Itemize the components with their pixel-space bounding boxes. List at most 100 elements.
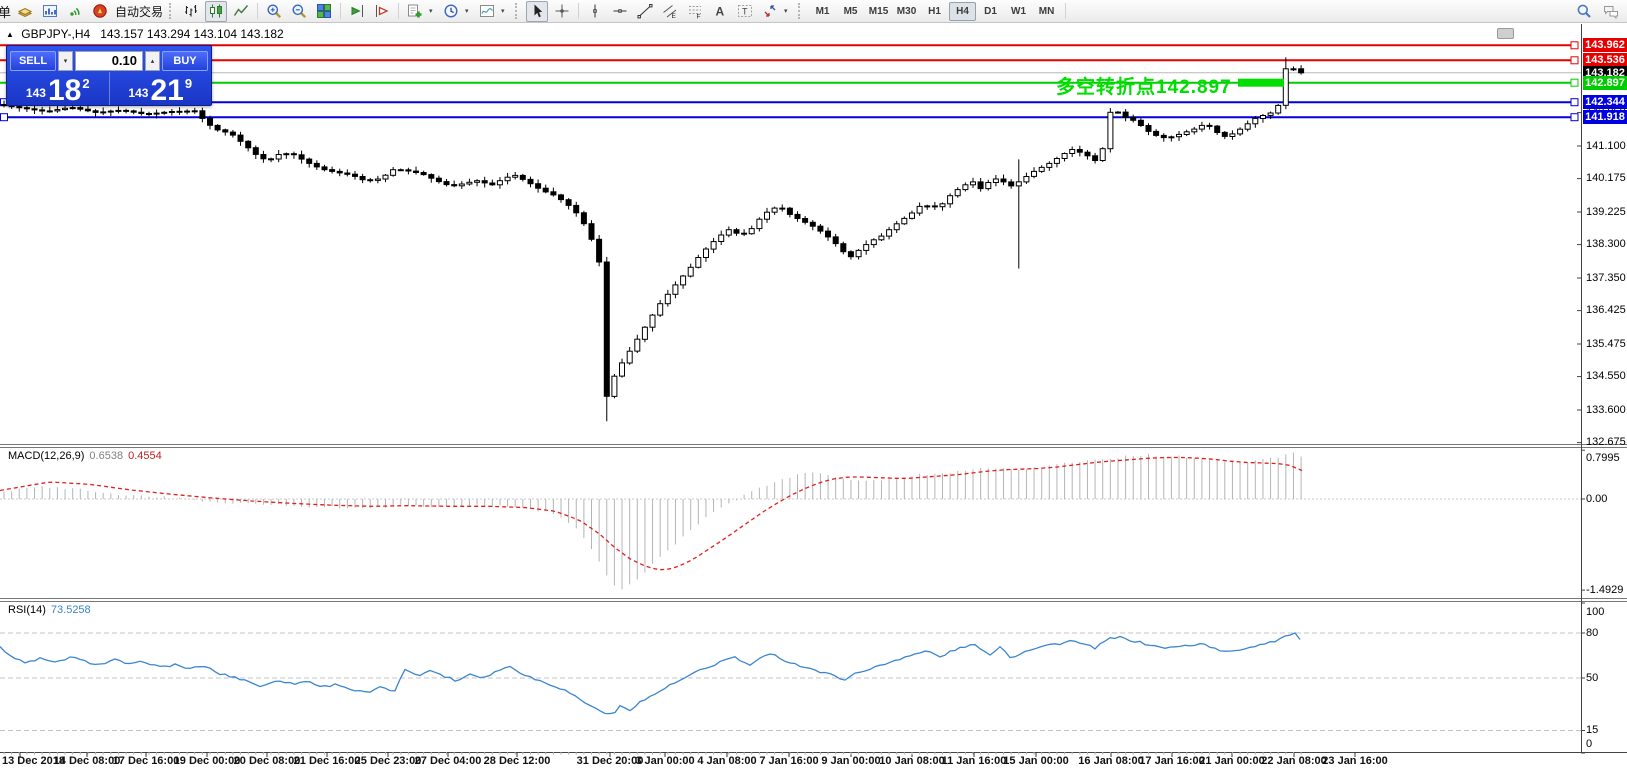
sell-price-prefix: 143: [26, 86, 46, 100]
tf-button-W1[interactable]: W1: [1005, 2, 1032, 21]
symbol-ohlc: 143.157 143.294 143.104 143.182: [100, 27, 284, 41]
toolbar-separator: [578, 3, 579, 19]
autotrade-icon[interactable]: [89, 1, 111, 22]
buy-price-big: 21: [150, 78, 183, 104]
price-axis-label: 140.175: [1586, 172, 1626, 185]
time-axis-label: 19 Dec 00:00: [174, 755, 241, 767]
auto-scroll-icon[interactable]: [346, 1, 368, 22]
price-axis-label: 141.100: [1586, 140, 1626, 153]
tf-button-MN[interactable]: MN: [1033, 2, 1060, 21]
rsi-axis-label: 50: [1586, 672, 1598, 685]
periods-caret-icon[interactable]: ▾: [465, 7, 473, 15]
templates-icon[interactable]: [476, 1, 498, 22]
level-price-tag[interactable]: 141.918: [1583, 110, 1627, 124]
time-axis-label: 15 Jan 00:00: [1003, 755, 1068, 767]
new-order-icon[interactable]: [14, 1, 36, 22]
chart-shift-icon[interactable]: [371, 1, 393, 22]
sell-price-sup: 2: [82, 76, 89, 91]
time-axis-label: 23 Jan 16:00: [1322, 755, 1387, 767]
time-axis-label: 9 Jan 00:00: [821, 755, 880, 767]
time-axis-label: 17 Dec 16:00: [113, 755, 180, 767]
time-axis-label: 11 Jan 16:00: [942, 755, 1007, 767]
horizontal-line-icon[interactable]: [609, 1, 631, 22]
sell-price-big: 18: [48, 78, 81, 104]
buy-price-prefix: 143: [128, 86, 148, 100]
signals-icon[interactable]: [64, 1, 86, 22]
time-axis-label: 17 Jan 16:00: [1139, 755, 1204, 767]
arrows-caret-icon[interactable]: ▾: [784, 7, 792, 15]
crosshair-icon[interactable]: [551, 1, 573, 22]
indicators-icon[interactable]: [404, 1, 426, 22]
vertical-line-icon[interactable]: [584, 1, 606, 22]
macd-axis-label: -1.4929: [1586, 584, 1623, 597]
rsi-axis-label: 80: [1586, 627, 1598, 640]
zoom-out-icon[interactable]: [288, 1, 310, 22]
time-axis-label: 16 Jan 08:00: [1078, 755, 1143, 767]
rsi-axis-label: 0: [1586, 738, 1592, 751]
price-axis-label: 134.550: [1586, 370, 1626, 383]
cursor-icon[interactable]: [526, 1, 548, 22]
macd-axis-label: 0.00: [1586, 493, 1607, 506]
bars-chart-icon[interactable]: [180, 1, 202, 22]
level-price-tag[interactable]: 142.344: [1583, 95, 1627, 109]
equidistant-channel-icon[interactable]: E: [659, 1, 681, 22]
level-price-tag[interactable]: 142.897: [1583, 76, 1627, 90]
chart-canvas[interactable]: [0, 0, 1627, 771]
arrows-icon[interactable]: [759, 1, 781, 22]
templates-caret-icon[interactable]: ▾: [501, 7, 509, 15]
tf-button-H4[interactable]: H4: [949, 2, 976, 21]
svg-text:A: A: [716, 5, 725, 19]
trendline-icon[interactable]: [634, 1, 656, 22]
sell-price-display[interactable]: 143 18 2: [7, 72, 110, 105]
autotrade-label[interactable]: 自动交易: [115, 3, 163, 20]
candlestick-chart-icon[interactable]: [205, 1, 227, 22]
chart-upload-icon[interactable]: [39, 1, 61, 22]
collapse-triangle-icon[interactable]: ▲: [6, 30, 14, 39]
tf-button-D1[interactable]: D1: [977, 2, 1004, 21]
text-icon[interactable]: A: [709, 1, 731, 22]
toolbar-grip: [515, 3, 520, 19]
price-axis-label: 133.600: [1586, 404, 1626, 417]
line-chart-icon[interactable]: [230, 1, 252, 22]
time-axis-label: 3 Jan 00:00: [635, 755, 694, 767]
tf-button-M1[interactable]: M1: [809, 2, 836, 21]
macd-value: 0.6538: [89, 450, 123, 462]
toolbar-separator: [340, 3, 341, 19]
lot-size-input[interactable]: [75, 51, 143, 71]
text-label-icon[interactable]: T: [734, 1, 756, 22]
lot-decrease-button[interactable]: ▾: [58, 51, 73, 71]
chat-icon[interactable]: [1600, 1, 1622, 22]
buy-price-display[interactable]: 143 21 9: [110, 72, 212, 105]
search-icon[interactable]: [1573, 1, 1595, 22]
svg-text:E: E: [672, 13, 677, 19]
pivot-annotation[interactable]: 多空转折点142.897: [1056, 72, 1232, 99]
tf-button-H1[interactable]: H1: [921, 2, 948, 21]
chart-scrollbar-thumb[interactable]: [1497, 28, 1514, 39]
lot-increase-button[interactable]: ▴: [145, 51, 160, 71]
tf-button-M30[interactable]: M30: [893, 2, 920, 21]
menu-fragment[interactable]: 单: [0, 2, 11, 21]
fibonacci-icon[interactable]: F: [684, 1, 706, 22]
zoom-in-icon[interactable]: [263, 1, 285, 22]
buy-button[interactable]: BUY: [162, 51, 208, 71]
toolbar-separator: [1065, 3, 1066, 19]
rsi-axis-label: 15: [1586, 724, 1598, 737]
svg-text:T: T: [742, 7, 748, 17]
toolbar-grip: [169, 3, 174, 19]
toolbar-separator: [257, 3, 258, 19]
indicators-caret-icon[interactable]: ▾: [429, 7, 437, 15]
one-click-trading-panel: SELL ▾ ▴ BUY 143 18 2 143 21 9: [6, 45, 212, 106]
time-axis-label: 22 Jan 08:00: [1261, 755, 1326, 767]
rsi-value: 73.5258: [51, 604, 91, 616]
level-price-tag[interactable]: 143.962: [1583, 38, 1627, 52]
tf-button-M5[interactable]: M5: [837, 2, 864, 21]
periods-icon[interactable]: [440, 1, 462, 22]
sell-button[interactable]: SELL: [10, 51, 56, 71]
time-axis-label: 28 Dec 12:00: [484, 755, 551, 767]
price-axis-label: 135.475: [1586, 338, 1626, 351]
time-axis-label: 7 Jan 16:00: [759, 755, 818, 767]
time-axis-label: 21 Dec 16:00: [294, 755, 361, 767]
tile-windows-icon[interactable]: [313, 1, 335, 22]
symbol-info-bar: ▲ GBPJPY-,H4 143.157 143.294 143.104 143…: [6, 27, 284, 41]
tf-button-M15[interactable]: M15: [865, 2, 892, 21]
